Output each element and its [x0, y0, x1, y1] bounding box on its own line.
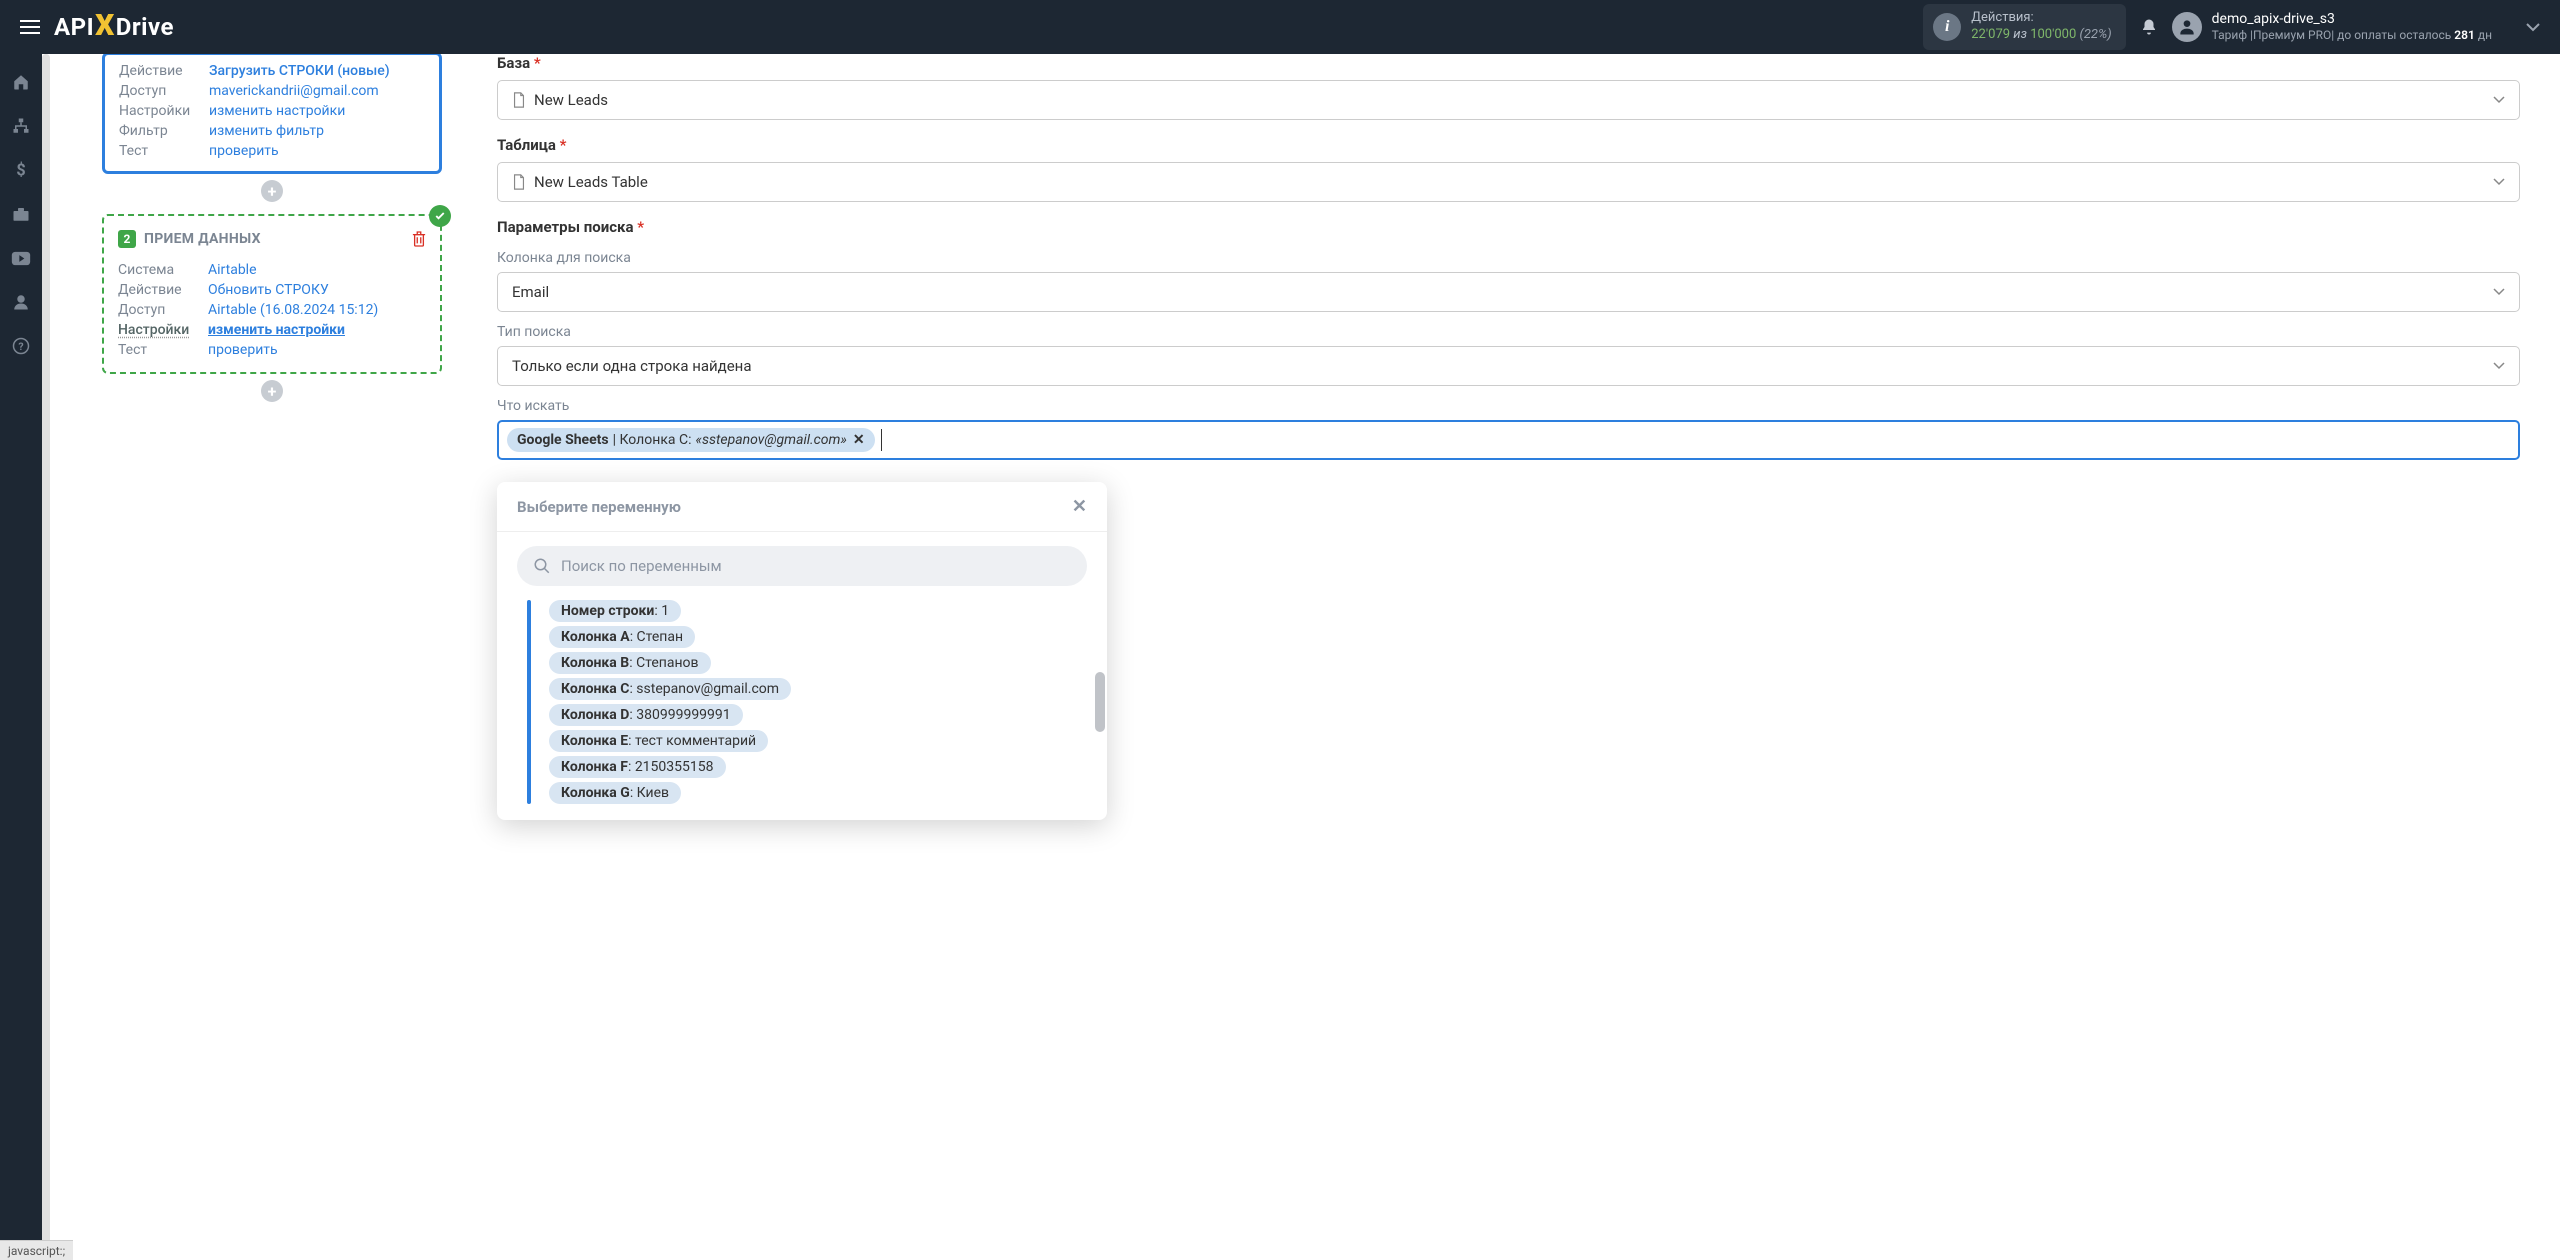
popup-list: Номер строки: 1 Колонка A: Степан Колонка …	[497, 600, 1107, 804]
actions-label: Действия:	[1971, 10, 2111, 27]
left-column: ДействиеЗагрузить СТРОКИ (новые) Доступm…	[42, 54, 472, 1260]
label-access: Доступ	[119, 83, 197, 99]
svg-text:?: ?	[18, 340, 23, 353]
remove-tag-icon[interactable]: ✕	[853, 432, 865, 448]
label-filter: Фильтр	[119, 123, 197, 139]
search-column-sublabel: Колонка для поиска	[497, 250, 2520, 266]
popup-item[interactable]: Колонка G: Киев	[549, 782, 1087, 804]
search-column-value: Email	[512, 283, 549, 301]
trash-icon[interactable]	[412, 231, 426, 247]
document-icon	[512, 92, 526, 108]
search-type-select[interactable]: Только если одна строка найдена	[497, 346, 2520, 386]
popup-item[interactable]: Колонка C: sstepanov@gmail.com	[549, 678, 1087, 700]
popup-item[interactable]: Колонка F: 2150355158	[549, 756, 1087, 778]
search-column-select[interactable]: Email	[497, 272, 2520, 312]
document-icon	[512, 174, 526, 190]
sitemap-icon[interactable]	[0, 108, 42, 144]
svg-text:$: $	[16, 161, 25, 179]
link-settings2[interactable]: изменить настройки	[208, 322, 345, 338]
user-icon[interactable]	[0, 284, 42, 320]
link-access[interactable]: maverickandrii@gmail.com	[209, 83, 379, 99]
table-select[interactable]: New Leads Table	[497, 162, 2520, 202]
youtube-icon[interactable]	[0, 240, 42, 276]
label-action: Действие	[119, 63, 197, 79]
info-icon: i	[1933, 13, 1961, 41]
help-icon[interactable]: ?	[0, 328, 42, 364]
popup-item[interactable]: Колонка E: тест комментарий	[549, 730, 1087, 752]
username: demo_apix-drive_s3	[2212, 10, 2492, 28]
label-test2: Тест	[118, 342, 196, 358]
add-step-button[interactable]: +	[261, 180, 283, 202]
popup-search[interactable]	[517, 546, 1087, 586]
chevron-down-icon	[2493, 362, 2505, 370]
logo-x-icon: X	[95, 8, 115, 43]
label-system: Система	[118, 262, 196, 278]
base-select[interactable]: New Leads	[497, 80, 2520, 120]
logo-suffix: Drive	[116, 13, 174, 41]
link-test[interactable]: проверить	[209, 143, 279, 159]
check-icon	[429, 205, 451, 227]
avatar-icon	[2172, 12, 2202, 42]
popup-search-input[interactable]	[561, 557, 1071, 575]
popup-item[interactable]: Номер строки: 1	[549, 600, 1087, 622]
popup-item[interactable]: Колонка A: Степан	[549, 626, 1087, 648]
status-bar: java​script:;	[0, 1240, 73, 1260]
link-action[interactable]: Загрузить СТРОКИ (новые)	[209, 63, 390, 79]
search-type-value: Только если одна строка найдена	[512, 357, 752, 375]
logo[interactable]: API X Drive	[54, 10, 174, 45]
link-filter[interactable]: изменить фильтр	[209, 123, 324, 139]
search-params-label: Параметры поиска *	[497, 218, 2520, 236]
link-settings[interactable]: изменить настройки	[209, 103, 345, 119]
link-test2[interactable]: проверить	[208, 342, 278, 358]
variable-picker-popup: Выберите переменную ✕ Номер строки: 1 Кол…	[497, 482, 1107, 820]
hamburger-icon[interactable]	[20, 16, 40, 38]
popup-title: Выберите переменную	[517, 498, 1072, 516]
base-label: База *	[497, 54, 2520, 72]
bell-icon[interactable]	[2140, 17, 2158, 37]
label-action2: Действие	[118, 282, 196, 298]
chevron-down-icon[interactable]	[2526, 22, 2540, 32]
logo-prefix: API	[54, 13, 94, 41]
tariff-info: Тариф |Премиум PRO| до оплаты осталось 2…	[2212, 28, 2492, 44]
chevron-down-icon	[2493, 178, 2505, 186]
text-cursor	[881, 429, 882, 451]
label-test: Тест	[119, 143, 197, 159]
close-icon[interactable]: ✕	[1072, 496, 1087, 517]
search-what-input[interactable]: Google Sheets | Колонка C: «sstepanov@gm…	[497, 420, 2520, 460]
add-step-button-2[interactable]: +	[261, 380, 283, 402]
main-area: ДействиеЗагрузить СТРОКИ (новые) Доступm…	[42, 54, 2560, 1260]
link-system[interactable]: Airtable	[208, 262, 257, 278]
scrollbar-thumb[interactable]	[1095, 672, 1105, 732]
side-rail: $ ?	[0, 54, 42, 1260]
destination-card: 2 ПРИЕМ ДАННЫХ Система Airtable Действие О…	[102, 214, 442, 374]
label-settings2: Настройки	[118, 322, 196, 338]
chevron-down-icon	[2493, 96, 2505, 104]
search-what-sublabel: Что искать	[497, 398, 2520, 414]
briefcase-icon[interactable]	[0, 196, 42, 232]
dollar-icon[interactable]: $	[0, 152, 42, 188]
right-column: База * New Leads Таблица * New Leads Tab…	[472, 54, 2560, 1260]
actions-counter[interactable]: i Действия: 22'079 из 100'000 (22%)	[1923, 4, 2125, 50]
step-number: 2	[118, 230, 136, 248]
variable-tag[interactable]: Google Sheets | Колонка C: «sstepanov@gm…	[507, 428, 875, 452]
home-icon[interactable]	[0, 64, 42, 100]
popup-item[interactable]: Колонка D: 380999999991	[549, 704, 1087, 726]
source-card: Действие Загрузить СТРОКИ (новые) Доступm…	[102, 54, 442, 174]
table-value: New Leads Table	[534, 173, 648, 191]
search-icon	[533, 557, 551, 575]
link-action2[interactable]: Обновить СТРОКУ	[208, 282, 329, 298]
top-bar: API X Drive i Действия: 22'079 из 100'00…	[0, 0, 2560, 54]
actions-values: 22'079 из 100'000 (22%)	[1971, 27, 2111, 44]
search-type-sublabel: Тип поиска	[497, 324, 2520, 340]
base-value: New Leads	[534, 91, 608, 109]
table-label: Таблица *	[497, 136, 2520, 154]
label-settings: Настройки	[119, 103, 197, 119]
status-text: java​script:;	[8, 1244, 65, 1258]
popup-item[interactable]: Колонка B: Степанов	[549, 652, 1087, 674]
chevron-down-icon	[2493, 288, 2505, 296]
label-access2: Доступ	[118, 302, 196, 318]
link-access2[interactable]: Airtable (16.08.2024 15:12)	[208, 302, 378, 318]
user-menu[interactable]: demo_apix-drive_s3 Тариф |Премиум PRO| д…	[2172, 10, 2492, 44]
step-title: ПРИЕМ ДАННЫХ	[144, 231, 404, 247]
